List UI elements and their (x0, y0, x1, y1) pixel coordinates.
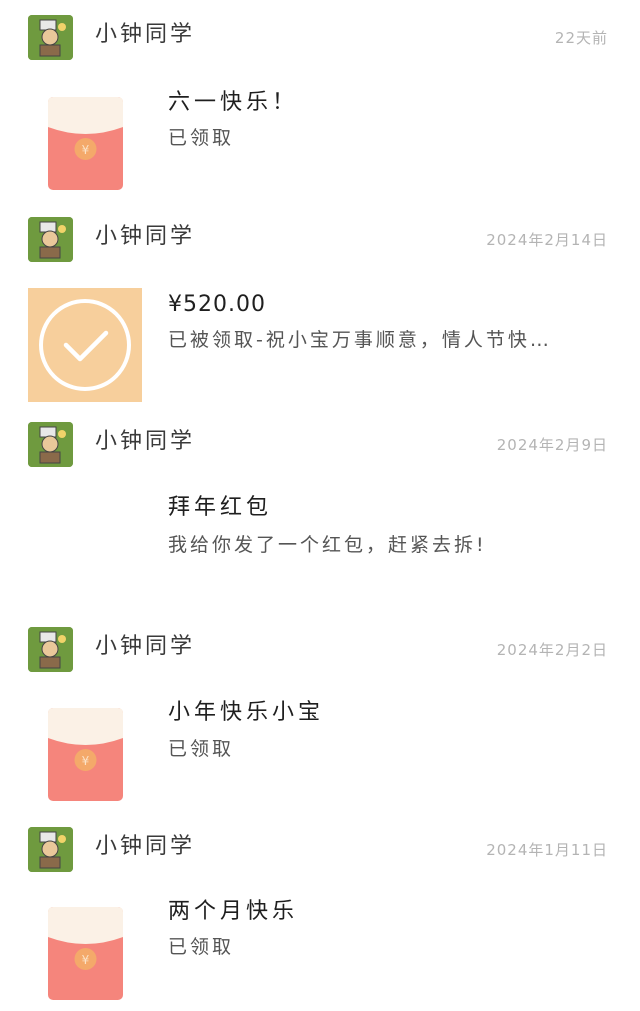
sender-name: 小钟同学 (95, 429, 196, 454)
avatar[interactable] (28, 217, 73, 262)
red-envelope-icon[interactable]: ¥ (48, 708, 123, 805)
timestamp: 2024年2月9日 (496, 436, 608, 454)
list-item[interactable]: 小钟同学 2024年2月2日 ¥ 小年快乐小宝 已领取 (0, 615, 640, 820)
avatar[interactable] (28, 627, 73, 672)
message-title: 拜年红包 (168, 495, 273, 520)
message-title: 小年快乐小宝 (168, 700, 325, 725)
message-status: 已被领取-祝小宝万事顺意，情人节快… (168, 329, 552, 351)
timestamp: 2024年2月2日 (496, 641, 608, 659)
avatar[interactable] (28, 15, 73, 60)
message-status: 已领取 (168, 936, 235, 958)
list-item[interactable]: 小钟同学 22天前 ¥ 六一快乐！ 已领取 (0, 0, 640, 205)
message-title: 六一快乐！ (168, 90, 299, 115)
check-circle-icon[interactable] (28, 288, 142, 406)
red-envelope-icon[interactable]: ¥ (48, 907, 123, 1004)
sender-name: 小钟同学 (95, 834, 196, 859)
avatar[interactable] (28, 827, 73, 872)
red-envelope-icon[interactable]: ¥ (48, 97, 123, 194)
message-status: 已领取 (168, 738, 235, 760)
transfer-amount: ¥520.00 (168, 292, 266, 317)
timestamp: 2024年1月11日 (486, 841, 608, 859)
list-item[interactable]: 小钟同学 2024年1月11日 ¥ 两个月快乐 已领取 (0, 815, 640, 1011)
timestamp: 22天前 (554, 29, 608, 47)
message-status: 我给你发了一个红包，赶紧去拆! (168, 534, 487, 556)
sender-name: 小钟同学 (95, 224, 196, 249)
message-title: 两个月快乐 (168, 899, 299, 924)
avatar[interactable] (28, 422, 73, 467)
sender-name: 小钟同学 (95, 634, 196, 659)
timestamp: 2024年2月14日 (486, 231, 608, 249)
list-item[interactable]: 小钟同学 2024年2月9日 拜年红包 我给你发了一个红包，赶紧去拆! (0, 410, 640, 615)
svg-text:¥: ¥ (82, 143, 90, 157)
list-item[interactable]: 小钟同学 2024年2月14日 ¥520.00 已被领取-祝小宝万事顺意，情人节… (0, 205, 640, 410)
message-status: 已领取 (168, 127, 235, 149)
svg-text:¥: ¥ (82, 953, 90, 967)
sender-name: 小钟同学 (95, 22, 196, 47)
svg-text:¥: ¥ (82, 754, 90, 768)
